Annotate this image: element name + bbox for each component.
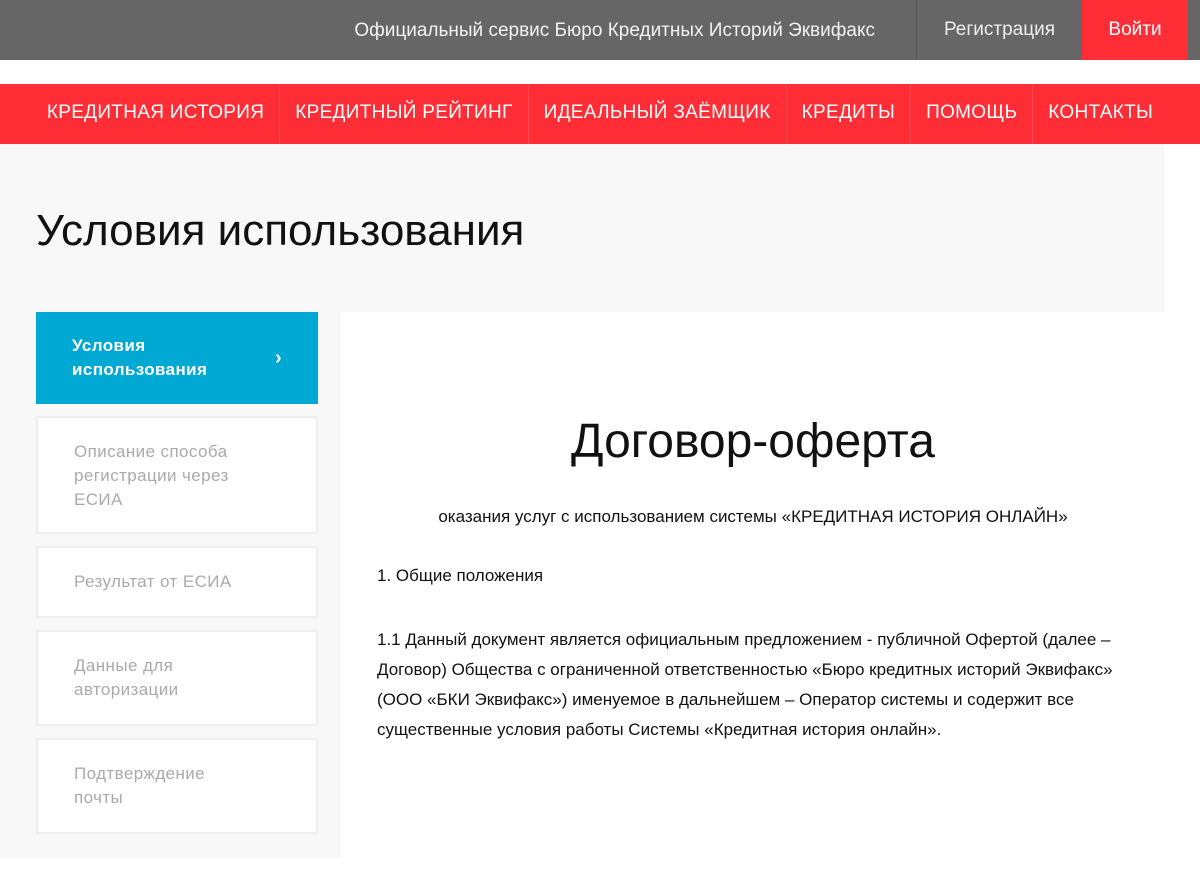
page-title: Условия использования [36,206,525,255]
nav-help[interactable]: ПОМОЩЬ [911,84,1034,144]
nav-credit-history[interactable]: КРЕДИТНАЯ ИСТОРИЯ [32,84,281,144]
sidebar-item-terms[interactable]: Условия использования › [36,312,318,404]
sidebar-item-label: Данные для авторизации [74,656,179,699]
nav-credits[interactable]: КРЕДИТЫ [787,84,912,144]
sidebar-item-auth-data[interactable]: Данные для авторизации [36,630,318,726]
sidebar-item-esia-registration[interactable]: Описание способа регистрации через ЕСИА [36,416,318,534]
sidebar: Условия использования › Описание способа… [36,312,318,846]
document-paragraph: 1.1 Данный документ является официальным… [377,630,1113,739]
sidebar-item-label: Описание способа регистрации через ЕСИА [74,442,229,509]
main-area: Условия использования Условия использова… [0,144,1165,872]
sidebar-item-label: Подтверждение почты [74,764,206,807]
site-title: Официальный сервис Бюро Кредитных Истори… [354,20,875,41]
top-bar: Официальный сервис Бюро Кредитных Истори… [0,0,1200,60]
nav-contacts[interactable]: КОНТАКТЫ [1033,84,1168,144]
section-heading: 1. Общие положения [377,566,544,585]
nav-credit-rating[interactable]: КРЕДИТНЫЙ РЕЙТИНГ [280,84,529,144]
chevron-right-icon: › [274,347,282,369]
main-nav: КРЕДИТНАЯ ИСТОРИЯ КРЕДИТНЫЙ РЕЙТИНГ ИДЕА… [0,84,1200,144]
sidebar-item-esia-result[interactable]: Результат от ЕСИА [36,546,318,618]
register-button[interactable]: Регистрация [916,0,1082,60]
sidebar-item-email-confirm[interactable]: Подтверждение почты [36,738,318,834]
document-subtitle: оказания услуг с использованием системы … [438,507,1068,526]
sidebar-item-label: Результат от ЕСИА [74,572,232,591]
document-card: Договор-оферта оказания услуг с использо… [341,312,1165,872]
nav-ideal-borrower[interactable]: ИДЕАЛЬНЫЙ ЗАЁМЩИК [529,84,787,144]
document-title: Договор-оферта [571,415,935,468]
sidebar-item-label: Условия использования [72,336,208,379]
login-button[interactable]: Войти [1082,0,1188,60]
